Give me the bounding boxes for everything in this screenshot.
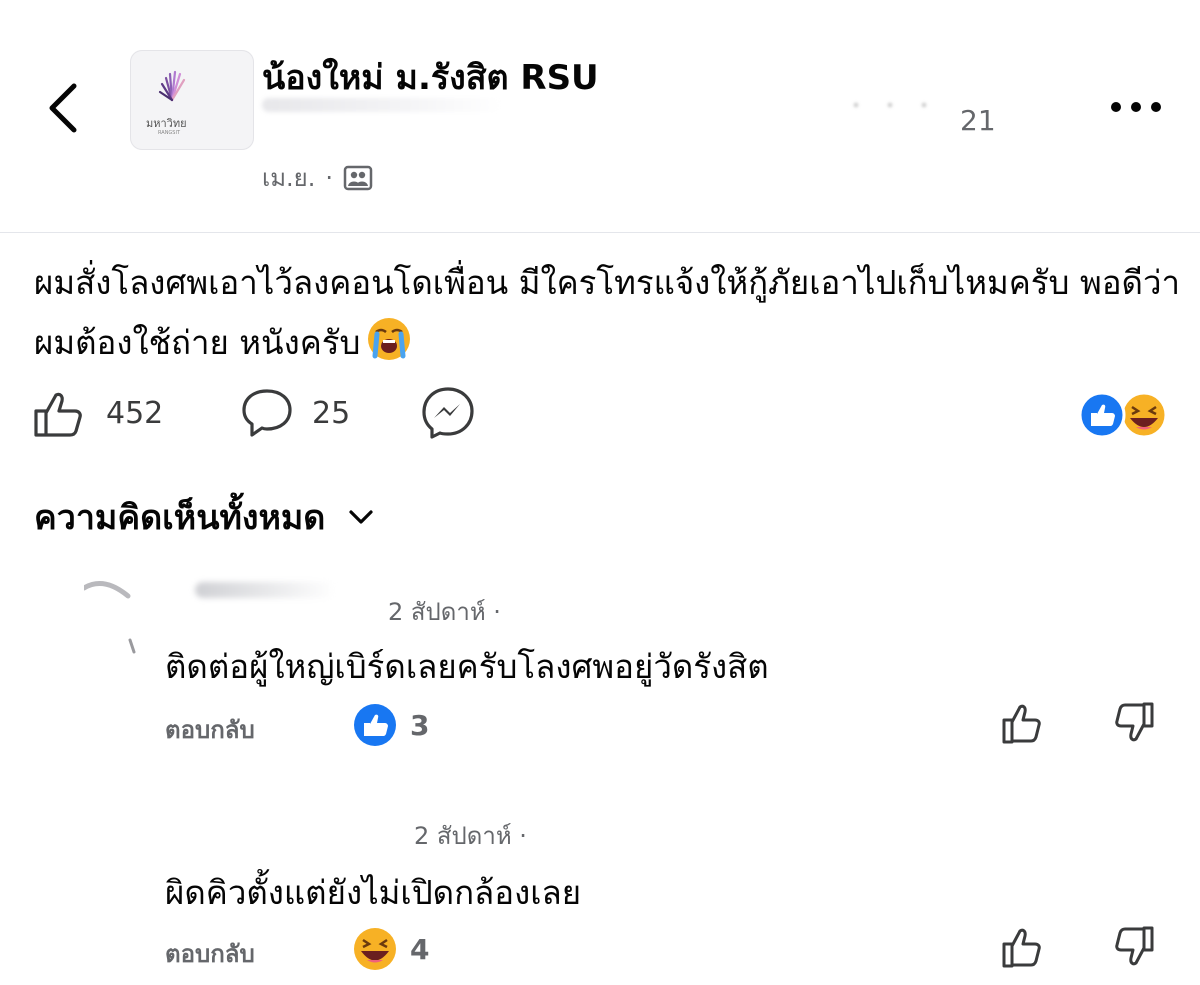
thumbs-up-outline-icon <box>1002 928 1041 968</box>
chevron-left-icon <box>49 83 77 133</box>
comment-reaction[interactable]: 4 <box>352 926 429 972</box>
post-meta: เม.ย. · <box>262 158 373 197</box>
university-logo-icon <box>158 70 186 102</box>
more-dots-icon <box>1111 102 1161 112</box>
messenger-icon <box>422 387 474 439</box>
blurred-author-line <box>262 98 502 112</box>
meta-separator: · <box>325 163 333 192</box>
members-audience-icon <box>343 165 373 190</box>
comment-text: ผิดคิวตั้งแต่ยังไม่เปิดกล้องเลย <box>165 873 582 912</box>
avatar-logo-subtext: RANGSIT <box>158 130 181 136</box>
thumbs-up-outline-icon <box>1002 704 1041 744</box>
post-text: ผมสั่งโลงศพเอาไว้ลงคอนโดเพื่อน มีใครโทรแ… <box>34 253 1184 373</box>
thumbs-down-outline-icon <box>1115 926 1154 966</box>
header-divider <box>0 232 1200 233</box>
like-count: 452 <box>106 395 164 431</box>
post-body-text: ผมสั่งโลงศพเอาไว้ลงคอนโดเพื่อน มีใครโทรแ… <box>34 263 1181 362</box>
comments-filter-label: ความคิดเห็นทั้งหมด <box>34 498 326 538</box>
commenter-avatar[interactable] <box>84 578 136 658</box>
header-count: 21 <box>960 104 996 137</box>
comment-time: 2 สัปดาห์ · <box>414 822 527 850</box>
comment-reaction[interactable]: 3 <box>352 702 429 748</box>
downvote-button[interactable] <box>1110 924 1156 970</box>
reaction-summary[interactable] <box>1078 390 1172 440</box>
chevron-down-icon <box>349 510 373 524</box>
more-options-button[interactable] <box>1106 95 1166 119</box>
comments-filter-dropdown[interactable]: ความคิดเห็นทั้งหมด <box>34 490 375 544</box>
messenger-share-button[interactable] <box>420 385 476 441</box>
reply-link[interactable]: ตอบกลับ <box>165 710 255 749</box>
thumbs-up-icon <box>34 392 82 437</box>
crying-face-icon <box>368 318 411 360</box>
upvote-button[interactable] <box>1000 924 1046 970</box>
like-button[interactable]: 452 <box>32 385 163 441</box>
group-name[interactable]: น้องใหม่ ม.รังสิต RSU <box>262 50 599 104</box>
crying-face-emoji <box>366 316 412 362</box>
reply-link[interactable]: ตอบกลับ <box>165 934 255 973</box>
like-icon <box>1078 391 1126 439</box>
comment-text: ติดต่อผู้ใหญ่เบิร์ดเลยครับโลงศพอยู่วัดรั… <box>165 647 769 686</box>
blurred-dots <box>854 103 926 107</box>
like-icon <box>354 704 396 746</box>
reaction-count: 3 <box>410 708 430 742</box>
comment-button[interactable]: 25 <box>240 385 350 441</box>
haha-icon <box>1120 391 1168 439</box>
downvote-button[interactable] <box>1110 700 1156 746</box>
reaction-count: 4 <box>410 932 430 966</box>
back-button[interactable] <box>40 78 90 138</box>
haha-icon <box>354 928 396 970</box>
comment-time: 2 สัปดาห์ · <box>388 598 501 626</box>
group-avatar[interactable]: มหาวิทย RANGSIT <box>130 50 254 150</box>
post-date: เม.ย. <box>262 164 316 192</box>
comment-bubble-icon <box>242 389 292 437</box>
comment-count: 25 <box>312 395 351 431</box>
commenter-name-blurred <box>195 582 335 598</box>
thumbs-down-outline-icon <box>1115 702 1154 742</box>
upvote-button[interactable] <box>1000 700 1046 746</box>
reaction-icons <box>1078 391 1168 439</box>
